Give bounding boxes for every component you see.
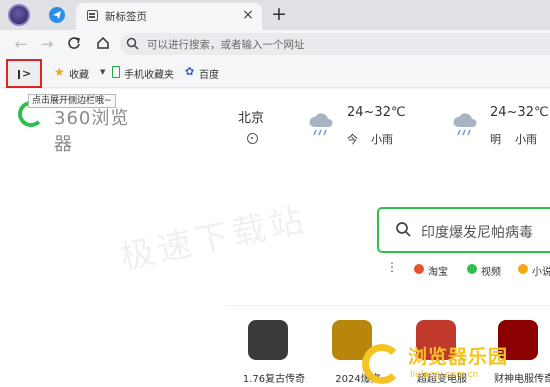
bookmark-baidu[interactable]: 百度: [199, 66, 219, 81]
search-icon: [395, 221, 411, 240]
game-icon: [248, 320, 288, 360]
video-icon: [467, 264, 477, 274]
new-tab-button[interactable]: +: [270, 4, 288, 24]
brand-watermark-text: 浏览器乐园: [408, 346, 509, 368]
weather-city[interactable]: 北京: [238, 107, 264, 126]
search-input[interactable]: 印度爆发尼帕病毒: [377, 207, 550, 253]
quick-link-video[interactable]: 视频: [481, 263, 501, 278]
newtab-page-icon: [87, 10, 98, 21]
today-label: 今: [347, 133, 358, 146]
tab-new-tab[interactable]: 新标签页 ×: [76, 3, 262, 30]
telegram-icon[interactable]: [49, 7, 65, 23]
brand-watermark: 浏览器乐园 liulanqi.com.cn: [362, 338, 550, 387]
navigation-bar: ← → 可以进行搜索，或者输入一个网址: [0, 30, 550, 58]
tomorrow-temp: 24~32℃: [490, 105, 549, 120]
brand-logo-icon: [362, 344, 402, 384]
baidu-paw-icon: ✿: [185, 65, 195, 78]
home-icon[interactable]: [95, 36, 111, 52]
rain-cloud-icon: [309, 113, 333, 136]
user-avatar[interactable]: [8, 4, 30, 26]
back-arrow-icon[interactable]: ←: [13, 36, 29, 52]
today-temp: 24~32℃: [347, 105, 406, 120]
location-icon[interactable]: [247, 133, 258, 144]
tomorrow-label: 明: [490, 133, 501, 146]
bookmarks-bar: > ★ 收藏 ▼ 手机收藏夹 ✿ 百度: [0, 58, 550, 88]
logo-text: 360浏览器: [54, 108, 130, 155]
address-placeholder: 可以进行搜索，或者输入一个网址: [147, 39, 305, 51]
tomorrow-condition: 小雨: [515, 133, 537, 146]
sidebar-expand-icon: [18, 70, 20, 79]
game-label: 1.76复古传奇: [242, 374, 306, 385]
chevron-down-icon[interactable]: ▼: [100, 66, 105, 78]
forward-arrow-icon[interactable]: →: [39, 36, 55, 52]
sidebar-tooltip: 点击展开侧边栏哦~: [28, 94, 116, 108]
phone-icon: [112, 66, 120, 78]
more-options-icon[interactable]: ⋮: [386, 261, 398, 273]
brand-watermark-url: liulanqi.com.cn: [410, 370, 479, 380]
site-watermark: 极速下载站: [116, 199, 311, 279]
tab-title: 新标签页: [105, 11, 147, 23]
bookmark-mobile[interactable]: 手机收藏夹: [124, 66, 174, 81]
address-bar[interactable]: 可以进行搜索，或者输入一个网址: [120, 33, 550, 55]
rain-cloud-icon: [453, 113, 477, 136]
reload-icon[interactable]: [66, 36, 82, 52]
star-icon: ★: [54, 65, 65, 79]
close-icon[interactable]: ×: [241, 8, 255, 22]
quick-link-taobao[interactable]: 淘宝: [428, 263, 448, 278]
bookmark-favorites[interactable]: 收藏: [69, 66, 89, 81]
quick-link-novel[interactable]: 小说: [532, 263, 550, 278]
search-placeholder: 印度爆发尼帕病毒: [421, 225, 533, 241]
novel-icon: [518, 264, 528, 274]
search-icon: [126, 37, 139, 53]
sidebar-expand-button[interactable]: >: [6, 59, 42, 88]
tab-strip: 新标签页 × +: [0, 0, 550, 30]
today-condition: 小雨: [371, 133, 393, 146]
taobao-icon: [414, 264, 424, 274]
